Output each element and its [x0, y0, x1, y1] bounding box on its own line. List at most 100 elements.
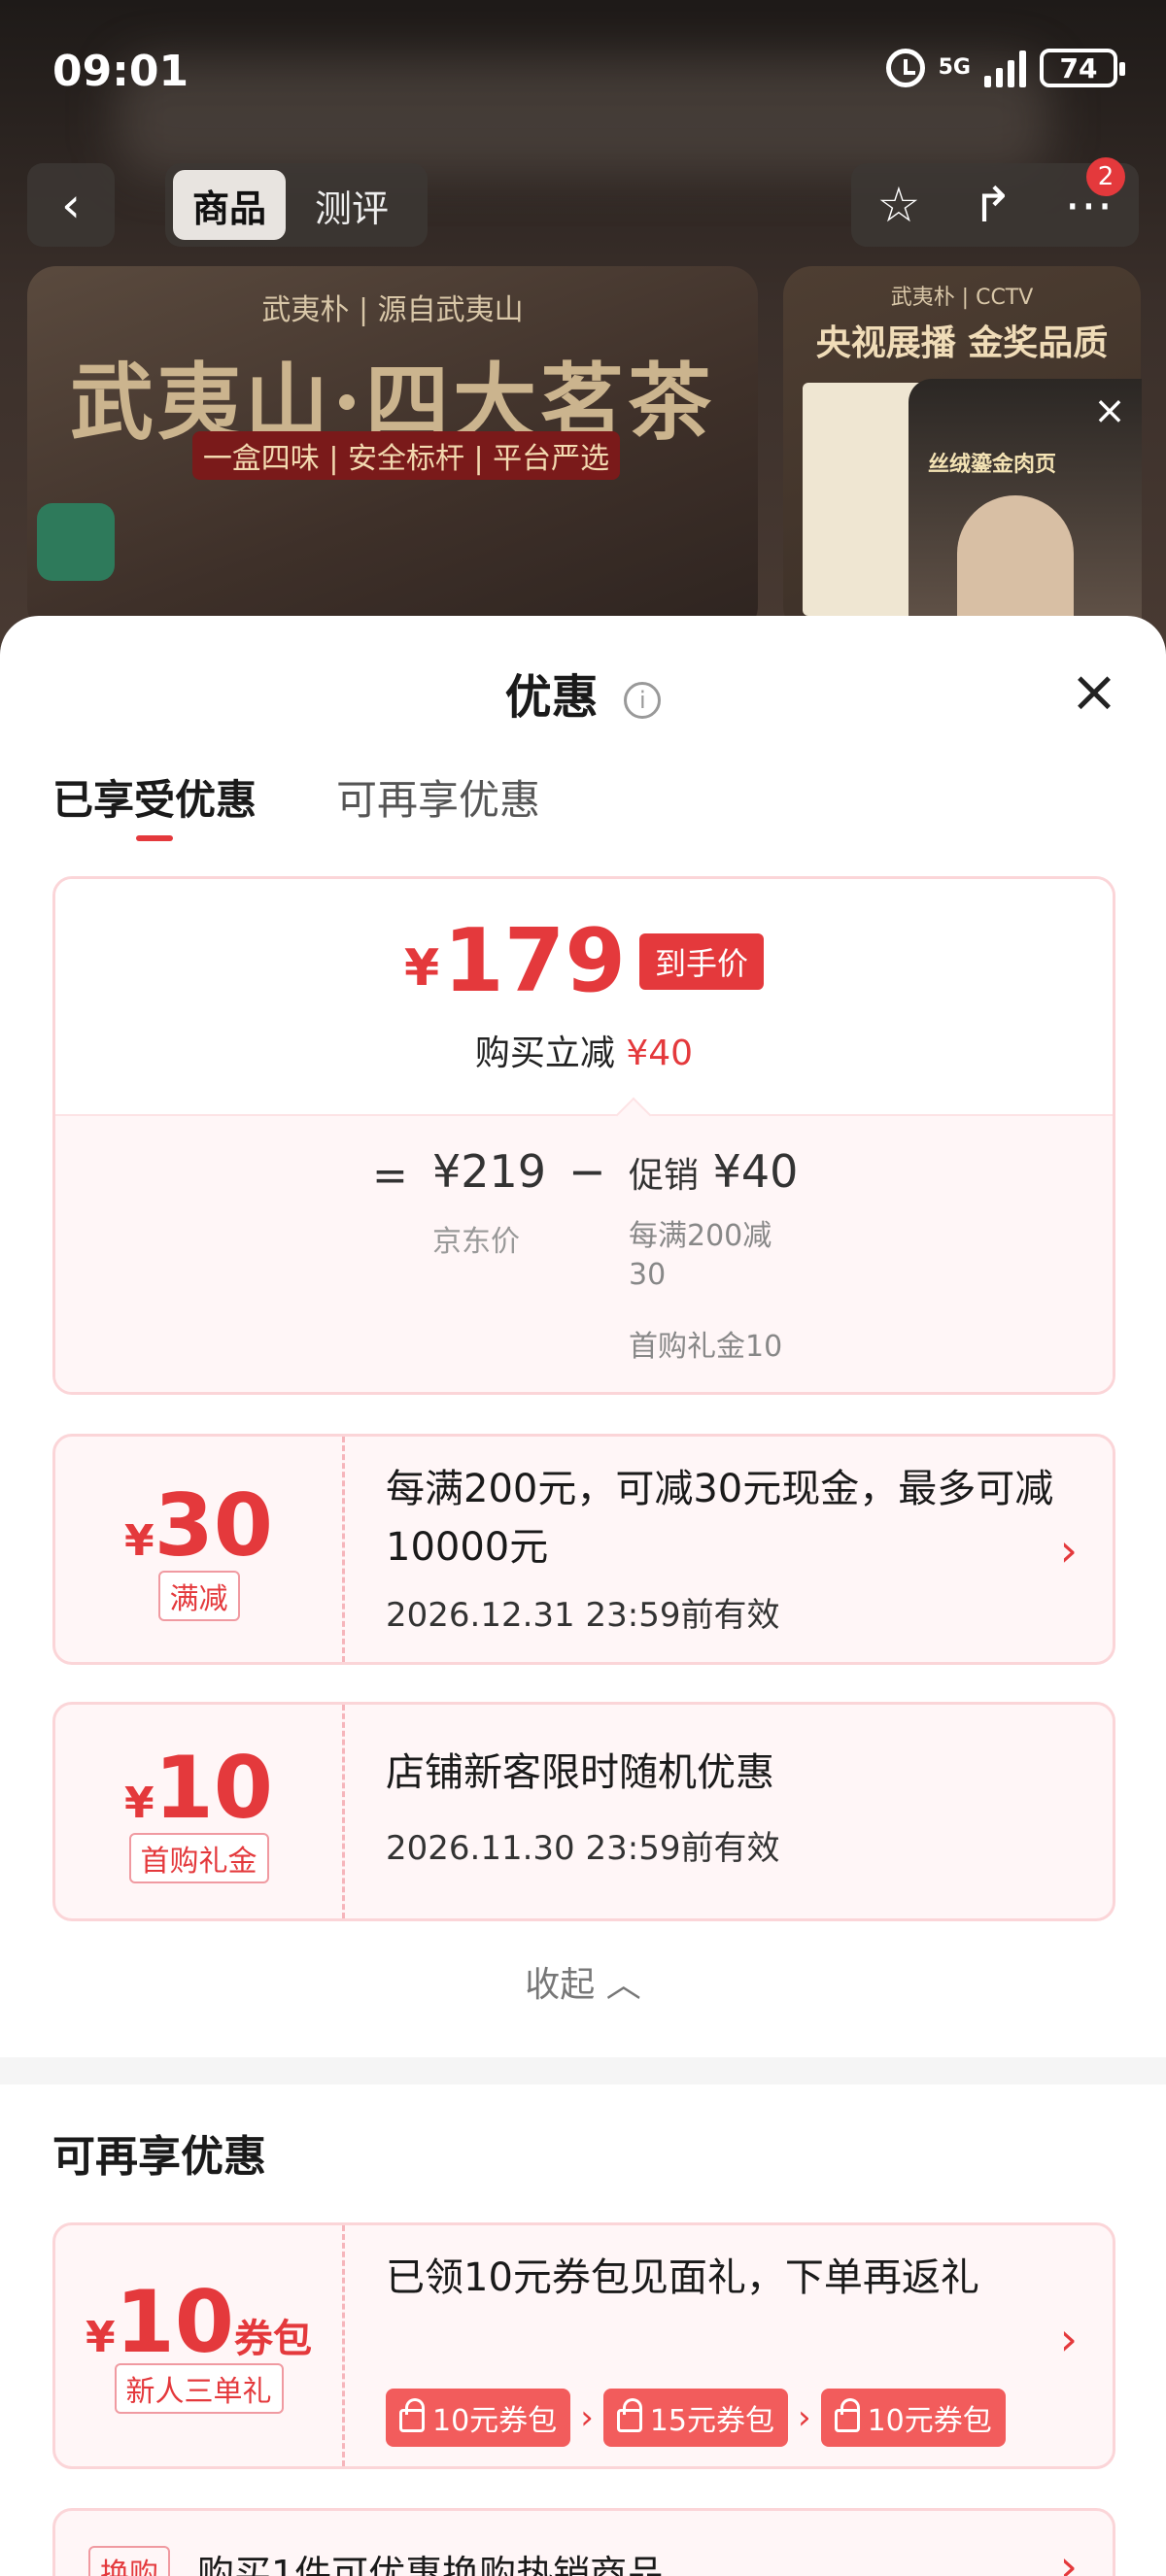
coupon-amount-suffix: 券包 — [234, 2317, 313, 2361]
coupon-card[interactable]: ¥10券包 新人三单礼 已领10元券包见面礼，下单再返礼 10元券包 › 15元… — [52, 2222, 1115, 2469]
currency-symbol: ¥ — [123, 1779, 154, 1828]
coupon-value: ¥30 满减 — [55, 1437, 345, 1662]
share-icon[interactable]: ↱ — [972, 177, 1012, 233]
section-divider — [0, 2057, 1166, 2085]
status-time: 09:01 — [52, 47, 189, 96]
trade-in-badge: 换购 — [88, 2546, 170, 2576]
equals-sign: = — [372, 1151, 408, 1201]
trade-in-card[interactable]: 换购 购买1件可优惠换购热销商品 › — [52, 2508, 1115, 2576]
lock-icon — [834, 2398, 860, 2432]
currency-symbol: ¥ — [403, 939, 440, 998]
original-price: ¥219 — [432, 1145, 547, 1198]
summary-top: ¥ 179 到手价 购买立减 ¥40 — [55, 879, 1113, 1114]
sheet-header: 优惠 i × — [0, 616, 1166, 762]
close-button[interactable]: × — [1067, 662, 1121, 721]
sheet-title: 优惠 i — [0, 659, 1166, 727]
final-price-tag: 到手价 — [639, 933, 765, 990]
coupon-amount: ¥10券包 — [55, 2272, 342, 2372]
video-title: 丝绒鎏金肉页 — [928, 453, 1057, 477]
coupon-amount-value: 10 — [154, 1738, 274, 1838]
tab-applied[interactable]: 已享受优惠 — [52, 767, 257, 827]
info-icon[interactable]: i — [624, 682, 662, 719]
price-summary: ¥ 179 到手价 购买立减 ¥40 = ¥219 京东价 − 促销 ¥40 每… — [52, 876, 1115, 1395]
promo-amount: ¥40 — [712, 1145, 799, 1198]
hero2-brand: 武夷朴 | CCTV — [890, 286, 1034, 310]
message-badge: 2 — [1086, 157, 1125, 196]
currency-symbol: ¥ — [123, 1516, 154, 1566]
chevron-right-icon[interactable]: › — [1060, 1524, 1078, 1576]
coupon-pack-chip: 15元券包 — [602, 2389, 788, 2447]
hero-banner[interactable]: 武夷朴 | 源自武夷山 武夷山·四大茗茶 一盒四味 | 安全标杆 | 平台严选 — [27, 266, 758, 635]
promo-label: 促销 — [629, 1156, 700, 1196]
hero-brand: 武夷朴 | 源自武夷山 — [261, 293, 524, 327]
hero2-title: 央视展播 金奖品质 — [815, 322, 1109, 363]
coupon-amount-value: 10 — [115, 2272, 235, 2372]
lock-icon — [616, 2398, 642, 2432]
coupon-type-badge: 满减 — [157, 1571, 240, 1621]
promo-detail: 首购礼金10 — [629, 1330, 783, 1364]
coupon-desc: 已领10元券包见面礼，下单再返礼 — [386, 2255, 979, 2300]
star-icon[interactable]: ☆ — [877, 177, 921, 233]
coupon-pack-chip: 10元券包 — [820, 2389, 1006, 2447]
discount-tabs: 已享受优惠 可再享优惠 — [0, 767, 1166, 855]
chip-label: 10元券包 — [432, 2404, 558, 2438]
coupon-amount: ¥10 — [55, 1738, 342, 1838]
coupon-desc: 店铺新客限时随机优惠 — [386, 1750, 774, 1795]
nav-tabs: 商品 测评 — [165, 163, 428, 247]
chip-label: 10元券包 — [867, 2404, 992, 2438]
chevron-right-icon: › — [797, 2398, 811, 2437]
back-button[interactable]: ‹ — [27, 163, 115, 247]
coupon-pack-steps: 10元券包 › 15元券包 › 10元券包 — [386, 2389, 1006, 2447]
coupon-date: 2026.12.31 23:59前有效 — [386, 1596, 780, 1635]
certification-seal-icon — [37, 503, 115, 581]
reduce-line: 购买立减 ¥40 — [55, 1025, 1113, 1075]
currency-symbol: ¥ — [85, 2313, 116, 2362]
collapse-button[interactable]: 收起 ︿ — [0, 1956, 1166, 2007]
promo-total: 促销 ¥40 — [629, 1145, 798, 1198]
chevron-right-icon[interactable]: › — [1060, 2313, 1078, 2365]
close-icon[interactable]: × — [1087, 389, 1132, 433]
nav-actions: ☆ ↱ ⋯ 2 — [851, 157, 1139, 247]
chip-label: 15元券包 — [649, 2404, 774, 2438]
coupon-card[interactable]: ¥10 首购礼金 店铺新客限时随机优惠 2026.11.30 23:59前有效 — [52, 1702, 1115, 1921]
coupon-card[interactable]: ¥30 满减 每满200元，可减30元现金，最多可减10000元 2026.12… — [52, 1434, 1115, 1665]
battery-icon: 74 — [1040, 49, 1125, 87]
coupon-amount: ¥30 — [55, 1475, 342, 1576]
product-page-background: 09:01 5G 74 ‹ 商品 测评 ☆ ↱ ⋯ 2 武夷朴 | 源自武夷山 … — [0, 0, 1166, 680]
tab-review[interactable]: 测评 — [295, 170, 408, 240]
chevron-right-icon[interactable]: › — [1060, 2540, 1078, 2576]
final-price: ¥ 179 到手价 — [55, 918, 1113, 1005]
chevron-left-icon: ‹ — [61, 177, 81, 233]
top-nav: ‹ 商品 测评 ☆ ↱ ⋯ 2 — [0, 157, 1166, 251]
sheet-title-text: 优惠 — [504, 670, 599, 725]
tab-indicator — [136, 835, 173, 841]
alarm-icon — [885, 49, 925, 87]
status-bar: 09:01 5G 74 — [0, 0, 1166, 146]
tab-available[interactable]: 可再享优惠 — [336, 767, 540, 827]
tab-product[interactable]: 商品 — [173, 170, 287, 240]
coupon-type-badge: 首购礼金 — [128, 1833, 269, 1883]
chevron-right-icon: › — [580, 2398, 594, 2437]
discount-sheet: 优惠 i × 已享受优惠 可再享优惠 ¥ 179 到手价 购买立减 ¥40 = … — [0, 616, 1166, 2576]
coupon-amount-value: 30 — [154, 1475, 274, 1576]
coupon-value: ¥10 首购礼金 — [55, 1705, 345, 1918]
signal-icon — [984, 49, 1026, 87]
section-title: 可再享优惠 — [52, 2132, 266, 2182]
trade-in-text: 购买1件可优惠换购热销商品 — [197, 2553, 665, 2576]
hero-tagline: 一盒四味 | 安全标杆 | 平台严选 — [192, 431, 620, 480]
lock-icon — [399, 2398, 425, 2432]
status-icons: 5G 74 — [885, 49, 1125, 87]
final-price-value: 179 — [443, 910, 627, 1012]
coupon-desc: 每满200元，可减30元现金，最多可减10000元 — [386, 1467, 1054, 1570]
original-price-label: 京东价 — [432, 1225, 520, 1259]
minus-sign: − — [568, 1145, 606, 1198]
coupon-value: ¥10券包 新人三单礼 — [55, 2225, 345, 2466]
reduce-amount: ¥40 — [626, 1034, 694, 1073]
promo-detail: 每满200减30 — [629, 1219, 772, 1292]
network-type: 5G — [938, 55, 971, 80]
coupon-type-badge: 新人三单礼 — [114, 2363, 284, 2414]
reduce-label: 购买立减 — [474, 1034, 615, 1073]
summary-breakdown: = ¥219 京东价 − 促销 ¥40 每满200减30 首购礼金10 — [55, 1114, 1113, 1392]
coupon-date: 2026.11.30 23:59前有效 — [386, 1829, 780, 1868]
coupon-pack-chip: 10元券包 — [386, 2389, 571, 2447]
